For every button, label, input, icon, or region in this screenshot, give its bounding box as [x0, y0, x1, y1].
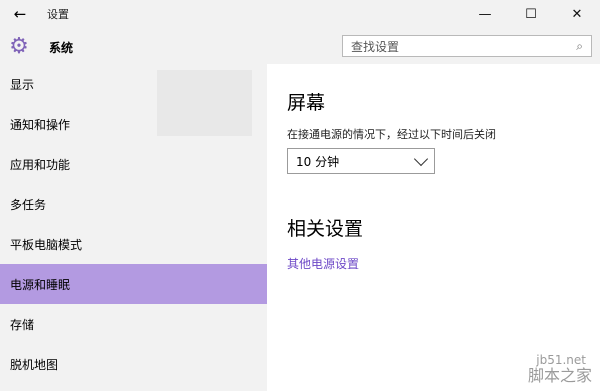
dropdown-value: 10 分钟 — [296, 154, 340, 169]
sidebar-item-label: 多任务 — [10, 197, 47, 212]
sidebar-item-storage[interactable]: 存储 — [0, 304, 267, 344]
maximize-icon: ☐ — [525, 6, 537, 22]
title-bar: ← 设置 — ☐ ✕ — [0, 0, 600, 28]
section-title-related: 相关设置 — [287, 218, 364, 240]
window-title: 设置 — [47, 8, 69, 21]
main-content: 屏幕 在接通电源的情况下，经过以下时间后关闭 10 分钟 相关设置 其他电源设置 — [267, 64, 600, 391]
search-placeholder: 查找设置 — [351, 39, 400, 54]
page-title: 系统 — [49, 41, 74, 55]
sidebar-item-label: 显示 — [10, 77, 35, 92]
search-icon: ⌕ — [576, 38, 583, 53]
screen-timeout-label: 在接通电源的情况下，经过以下时间后关闭 — [287, 128, 496, 141]
maximize-button[interactable]: ☐ — [508, 0, 554, 28]
back-button[interactable]: ← — [0, 0, 40, 28]
section-title-screen: 屏幕 — [287, 92, 326, 114]
sidebar-item-label: 应用和功能 — [10, 157, 71, 172]
minimize-button[interactable]: — — [462, 0, 508, 28]
gear-icon: ⚙ — [9, 33, 29, 59]
sidebar-item-label: 脱机地图 — [10, 357, 59, 372]
sidebar-item-label: 通知和操作 — [10, 117, 71, 132]
watermark-brand: 脚本之家 — [527, 366, 592, 385]
sidebar-item-power-sleep[interactable]: 电源和睡眠 — [0, 264, 267, 304]
sidebar-item-apps[interactable]: 应用和功能 — [0, 144, 267, 184]
back-arrow-icon: ← — [13, 5, 27, 23]
hover-ghost — [157, 70, 252, 136]
close-button[interactable]: ✕ — [554, 0, 600, 28]
sidebar-item-multitasking[interactable]: 多任务 — [0, 184, 267, 224]
close-icon: ✕ — [571, 6, 583, 22]
sidebar-item-offline-maps[interactable]: 脱机地图 — [0, 344, 267, 384]
chevron-down-icon — [413, 151, 429, 166]
search-input[interactable]: 查找设置 ⌕ — [342, 35, 592, 57]
sidebar-item-label: 存储 — [10, 317, 35, 332]
additional-power-settings-link[interactable]: 其他电源设置 — [287, 255, 359, 272]
sidebar-item-tablet-mode[interactable]: 平板电脑模式 — [0, 224, 267, 264]
screen-timeout-dropdown[interactable]: 10 分钟 — [287, 148, 435, 174]
sidebar-item-label: 平板电脑模式 — [10, 237, 83, 252]
window-controls: — ☐ ✕ — [462, 0, 600, 28]
minimize-icon: — — [478, 6, 492, 22]
sidebar-item-label: 电源和睡眠 — [10, 277, 71, 292]
